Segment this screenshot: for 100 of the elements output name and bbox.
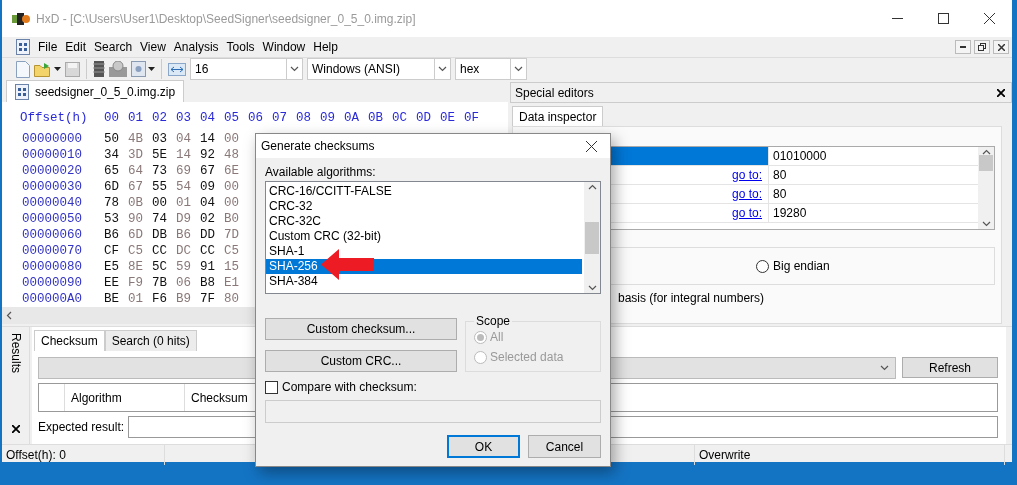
column-header: Algorithm bbox=[64, 384, 184, 411]
hex-byte: 67 bbox=[200, 164, 216, 178]
column-header: 0D bbox=[416, 111, 432, 125]
hex-byte: 06 bbox=[176, 276, 192, 290]
hex-byte: 01 bbox=[176, 196, 192, 210]
hex-byte: C5 bbox=[128, 244, 144, 258]
hex-byte: CF bbox=[104, 244, 120, 258]
column-header: 08 bbox=[296, 111, 312, 125]
hex-byte: 3D bbox=[128, 148, 144, 162]
column-header: 0F bbox=[464, 111, 480, 125]
hex-byte: 02 bbox=[200, 212, 216, 226]
hex-byte: F9 bbox=[128, 276, 144, 290]
hex-byte: 74 bbox=[152, 212, 168, 226]
hex-byte: 73 bbox=[152, 164, 168, 178]
hex-byte: 50 bbox=[104, 132, 120, 146]
hex-byte: 48 bbox=[224, 148, 240, 162]
hex-byte: 0B bbox=[128, 196, 144, 210]
hex-byte: 04 bbox=[176, 132, 192, 146]
list-label: Available algorithms: bbox=[265, 165, 377, 179]
hex-byte: EE bbox=[104, 276, 120, 290]
panel-title: Special editors bbox=[515, 85, 594, 100]
hex-byte: B9 bbox=[176, 292, 192, 306]
hex-byte: 80 bbox=[224, 292, 240, 306]
hex-byte: 6E bbox=[224, 164, 240, 178]
column-header: 07 bbox=[272, 111, 288, 125]
hex-byte: D9 bbox=[176, 212, 192, 226]
hex-byte: 00 bbox=[224, 132, 240, 146]
offset-label: 00000090 bbox=[21, 276, 83, 290]
window-title: HxD - [C:\Users\User1\Desktop\SeedSigner\seedsigner_0_5_0.img.zip] bbox=[36, 11, 417, 26]
hex-byte: 15 bbox=[224, 260, 240, 274]
option-label: basis (for integral numbers) bbox=[617, 291, 766, 305]
hex-byte: DD bbox=[200, 228, 216, 242]
column-header: 05 bbox=[224, 111, 240, 125]
hex-byte: 64 bbox=[128, 164, 144, 178]
hex-byte: 90 bbox=[128, 212, 144, 226]
hex-byte: 65 bbox=[104, 164, 120, 178]
offset-label: 00000030 bbox=[21, 180, 83, 194]
hex-byte: DC bbox=[176, 244, 192, 258]
offset-header: Offset(h) bbox=[20, 111, 89, 125]
grid-value: 80 bbox=[772, 167, 787, 184]
hex-byte: 5E bbox=[152, 148, 168, 162]
hex-byte: CC bbox=[152, 244, 168, 258]
panel-side-label: Results bbox=[8, 333, 23, 373]
column-header: 09 bbox=[320, 111, 336, 125]
hex-byte: 01 bbox=[128, 292, 144, 306]
column-header: 06 bbox=[248, 111, 264, 125]
field-label: Expected result: bbox=[38, 420, 125, 434]
hex-byte: DB bbox=[152, 228, 168, 242]
hex-byte: 00 bbox=[224, 180, 240, 194]
column-header: 0B bbox=[368, 111, 384, 125]
hex-byte: F6 bbox=[152, 292, 168, 306]
column-header: 01 bbox=[128, 111, 144, 125]
grid-value: 01010000 bbox=[772, 148, 827, 165]
hex-byte: CC bbox=[200, 244, 216, 258]
offset-label: 00000040 bbox=[21, 196, 83, 210]
column-header: 0A bbox=[344, 111, 360, 125]
hex-byte: 00 bbox=[224, 196, 240, 210]
column-header: 0E bbox=[440, 111, 456, 125]
status-mode: Overwrite bbox=[695, 444, 1005, 465]
column-header: 04 bbox=[200, 111, 216, 125]
hex-byte: 8E bbox=[128, 260, 144, 274]
hex-byte: 54 bbox=[176, 180, 192, 194]
hex-byte: 59 bbox=[176, 260, 192, 274]
radio-label: Big endian bbox=[773, 259, 830, 273]
offset-label: 00000080 bbox=[21, 260, 83, 274]
hex-byte: 5C bbox=[152, 260, 168, 274]
grid-value: 19280 bbox=[772, 205, 807, 222]
offset-label: 00000010 bbox=[21, 148, 83, 162]
dialog-title: Generate checksums bbox=[261, 139, 375, 153]
offset-label: 00000050 bbox=[21, 212, 83, 226]
hex-byte: B6 bbox=[176, 228, 192, 242]
radio-label: Selected data bbox=[490, 350, 564, 364]
hex-byte: 78 bbox=[104, 196, 120, 210]
hex-byte: B8 bbox=[200, 276, 216, 290]
hex-byte: 7F bbox=[200, 292, 216, 306]
hex-byte: BE bbox=[104, 292, 120, 306]
hex-byte: 04 bbox=[200, 196, 216, 210]
hex-byte: 09 bbox=[200, 180, 216, 194]
offset-label: 00000070 bbox=[21, 244, 83, 258]
hex-byte: 7B bbox=[152, 276, 168, 290]
hex-byte: 14 bbox=[200, 132, 216, 146]
hex-byte: 03 bbox=[152, 132, 168, 146]
grid-value: 80 bbox=[772, 186, 787, 203]
hex-byte: 55 bbox=[152, 180, 168, 194]
hex-byte: 7D bbox=[224, 228, 240, 242]
hex-byte: 53 bbox=[104, 212, 120, 226]
hex-byte: 6D bbox=[104, 180, 120, 194]
hex-byte: 00 bbox=[152, 196, 168, 210]
hex-byte: 6D bbox=[128, 228, 144, 242]
radio-label: All bbox=[490, 330, 504, 344]
hex-byte: B6 bbox=[104, 228, 120, 242]
hex-byte: C5 bbox=[224, 244, 240, 258]
offset-label: 00000000 bbox=[21, 132, 83, 146]
column-header: 00 bbox=[104, 111, 120, 125]
hex-byte: 91 bbox=[200, 260, 216, 274]
column-header: 02 bbox=[152, 111, 168, 125]
offset-label: 00000060 bbox=[21, 228, 83, 242]
status-offset: Offset(h): 0 bbox=[2, 444, 165, 465]
hex-byte: 14 bbox=[176, 148, 192, 162]
column-header: 03 bbox=[176, 111, 192, 125]
